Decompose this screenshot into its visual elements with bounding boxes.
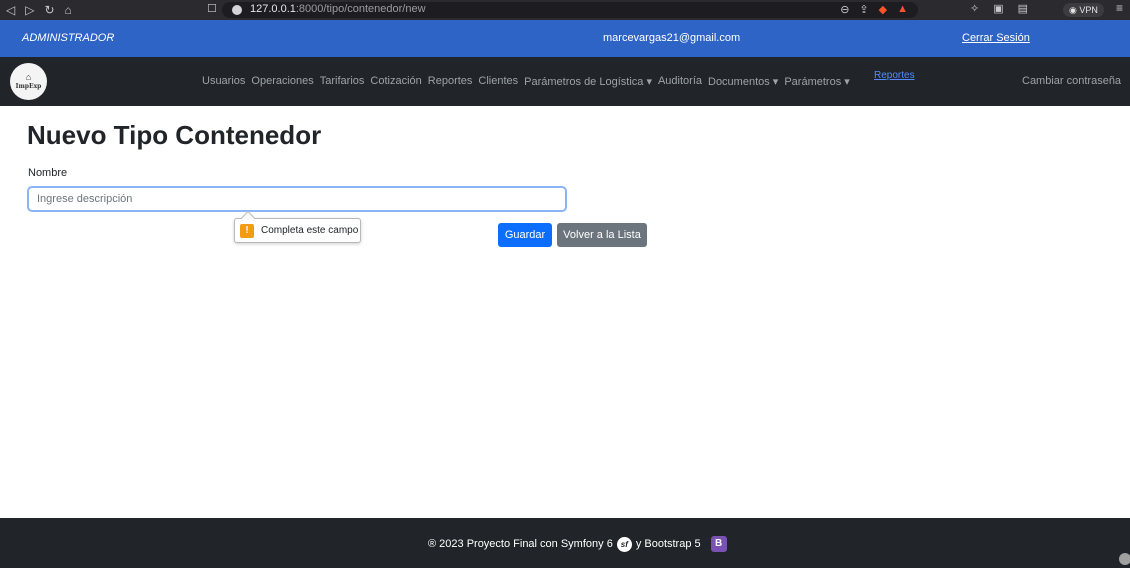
- home-icon[interactable]: ⌂: [65, 2, 72, 18]
- site-info-icon[interactable]: [232, 5, 242, 15]
- symfony-icon: sf: [616, 536, 632, 552]
- validation-tooltip: ! Completa este campo: [234, 210, 361, 243]
- brave-shields-icon[interactable]: ◆: [879, 3, 887, 16]
- user-email: marcevargas21@gmail.com: [603, 32, 741, 44]
- footer-text: ® 2023 Proyecto Final con Symfony 6 sf y…: [428, 536, 727, 552]
- nav-item-documentos[interactable]: Documentos ▾: [708, 75, 778, 88]
- zoom-icon[interactable]: ⊖: [840, 3, 849, 16]
- nav-item-parametros[interactable]: Parámetros ▾: [784, 75, 849, 88]
- footer-text-end: y Bootstrap 5: [635, 538, 701, 550]
- url-host: 127.0.0.1: [250, 3, 296, 15]
- vpn-label: VPN: [1079, 5, 1098, 15]
- footer-text-start: ® 2023 Proyecto Final con Symfony 6: [428, 538, 613, 550]
- bootstrap-icon: B: [710, 536, 727, 552]
- building-icon: ⌂: [25, 72, 32, 82]
- save-button[interactable]: Guardar: [498, 223, 552, 247]
- nav-item-usuarios[interactable]: Usuarios: [202, 75, 245, 88]
- forward-icon[interactable]: ▷: [25, 2, 34, 18]
- footer: ® 2023 Proyecto Final con Symfony 6 sf y…: [0, 518, 1130, 568]
- browser-nav-buttons: ◁ ▷ ↻ ⌂: [6, 2, 72, 18]
- nav-item-clientes[interactable]: Clientes: [478, 75, 518, 88]
- back-icon[interactable]: ◁: [6, 2, 15, 18]
- nav-item-parametros-logistica[interactable]: Parámetros de Logística ▾: [524, 75, 652, 88]
- address-bar-actions: ⊖ ⇪ ◆ ▲: [840, 3, 908, 16]
- browser-toolbar: ◁ ▷ ↻ ⌂ ☐ 127.0.0.1:8000/tipo/contenedor…: [0, 0, 1130, 20]
- nav-item-reportes-link[interactable]: Reportes: [874, 70, 915, 81]
- page-title: Nuevo Tipo Contenedor: [27, 120, 322, 150]
- browser-menu-icon[interactable]: ≡: [1116, 1, 1123, 15]
- warning-icon: !: [240, 224, 254, 238]
- share-icon[interactable]: ⇪: [859, 3, 868, 16]
- name-label: Nombre: [28, 167, 68, 179]
- url-path: :8000/tipo/contenedor/new: [295, 3, 426, 15]
- nav-item-reportes[interactable]: Reportes: [428, 75, 473, 88]
- sidebar-icon[interactable]: ▣: [993, 2, 1003, 15]
- change-password-link[interactable]: Cambiar contraseña: [1022, 75, 1121, 87]
- url-text[interactable]: 127.0.0.1:8000/tipo/contenedor/new: [250, 3, 426, 15]
- reload-icon[interactable]: ↻: [44, 2, 54, 18]
- validation-message: Completa este campo: [261, 225, 359, 236]
- user-role: ADMINISTRADOR: [22, 32, 115, 44]
- nav-item-tarifarios[interactable]: Tarifarios: [320, 75, 365, 88]
- symfony-toolbar-icon[interactable]: [1119, 553, 1130, 565]
- nav-links: Usuarios Operaciones Tarifarios Cotizaci…: [202, 75, 850, 88]
- nav-item-auditoria[interactable]: Auditoría: [658, 75, 702, 88]
- nav-item-operaciones[interactable]: Operaciones: [251, 75, 313, 88]
- extensions-area: ✧ ▣ ▤: [970, 2, 1028, 15]
- logout-link[interactable]: Cerrar Sesión: [962, 32, 1030, 44]
- address-bar[interactable]: 127.0.0.1:8000/tipo/contenedor/new ⊖ ⇪ ◆…: [222, 2, 918, 18]
- main-navbar: ⌂ ImpExp Usuarios Operaciones Tarifarios…: [0, 57, 1130, 106]
- brand-logo[interactable]: ⌂ ImpExp: [10, 63, 47, 100]
- admin-bar: ADMINISTRADOR marcevargas21@gmail.com Ce…: [0, 20, 1130, 57]
- name-input[interactable]: [27, 186, 567, 212]
- bookmark-icon[interactable]: ☐: [207, 2, 217, 15]
- brave-rewards-icon[interactable]: ▲: [897, 3, 908, 16]
- tooltip-arrow: [240, 210, 256, 226]
- brand-logo-text: ImpExp: [15, 83, 42, 90]
- wallet-icon[interactable]: ▤: [1018, 2, 1028, 15]
- vpn-button[interactable]: ◉ VPN: [1063, 3, 1104, 17]
- nav-item-cotizacion[interactable]: Cotización: [370, 75, 421, 88]
- back-to-list-button[interactable]: Volver a la Lista: [557, 223, 647, 247]
- extensions-icon[interactable]: ✧: [970, 2, 979, 15]
